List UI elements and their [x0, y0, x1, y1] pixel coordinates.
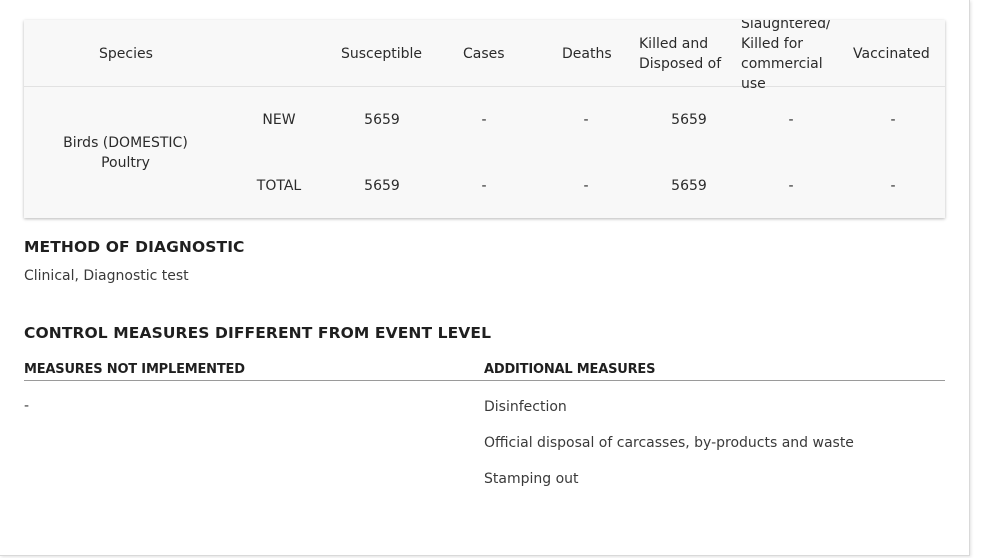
header-killed-line2: Disposed of	[639, 56, 722, 72]
measures-not-implemented-header: MEASURES NOT IMPLEMENTED	[24, 362, 245, 377]
cell-cases: -	[481, 178, 487, 194]
header-species: Species	[99, 46, 153, 62]
header-slaughtered-line4: use	[741, 76, 766, 92]
measures-not-implemented-value: -	[24, 398, 30, 414]
table-header: Species Susceptible Cases Deaths Killed …	[24, 20, 945, 92]
cell-killed: 5659	[671, 178, 707, 194]
cell-vaccinated: -	[890, 178, 896, 194]
header-susceptible: Susceptible	[341, 46, 423, 62]
cell-vaccinated: -	[890, 112, 896, 128]
cell-killed: 5659	[671, 112, 707, 128]
header-slaughtered-line1: Slaughtered/	[741, 20, 831, 32]
list-item: Official disposal of carcasses, by-produ…	[484, 435, 854, 451]
list-item: Disinfection	[484, 399, 567, 415]
header-vaccinated: Vaccinated	[853, 46, 930, 62]
species-name-line2: Poultry	[101, 155, 150, 171]
cell-slaughtered: -	[788, 178, 794, 194]
header-killed-line1: Killed and	[639, 36, 709, 52]
header-slaughtered-line2: Killed for	[741, 36, 804, 52]
cell-slaughtered: -	[788, 112, 794, 128]
row-label-total: TOTAL	[256, 178, 302, 194]
species-name-line1: Birds (DOMESTIC)	[63, 135, 188, 151]
list-item: Stamping out	[484, 471, 579, 487]
diagnostic-method-value: Clinical, Diagnostic test	[24, 268, 189, 284]
diagnostic-section-title: METHOD OF DIAGNOSTIC	[24, 238, 245, 256]
cell-deaths: -	[583, 112, 589, 128]
measures-divider	[24, 380, 945, 381]
cell-susceptible: 5659	[364, 112, 400, 128]
header-cases: Cases	[463, 46, 505, 62]
outbreak-species-table: Species Susceptible Cases Deaths Killed …	[24, 20, 945, 218]
additional-measures-header: ADDITIONAL MEASURES	[484, 362, 656, 377]
cell-deaths: -	[583, 178, 589, 194]
cell-susceptible: 5659	[364, 178, 400, 194]
cell-cases: -	[481, 112, 487, 128]
control-measures-section-title: CONTROL MEASURES DIFFERENT FROM EVENT LE…	[24, 324, 492, 342]
row-label-new: NEW	[262, 112, 296, 128]
report-page: Species Susceptible Cases Deaths Killed …	[0, 0, 970, 556]
header-deaths: Deaths	[562, 46, 612, 62]
header-slaughtered-line3: commercial	[741, 56, 823, 72]
